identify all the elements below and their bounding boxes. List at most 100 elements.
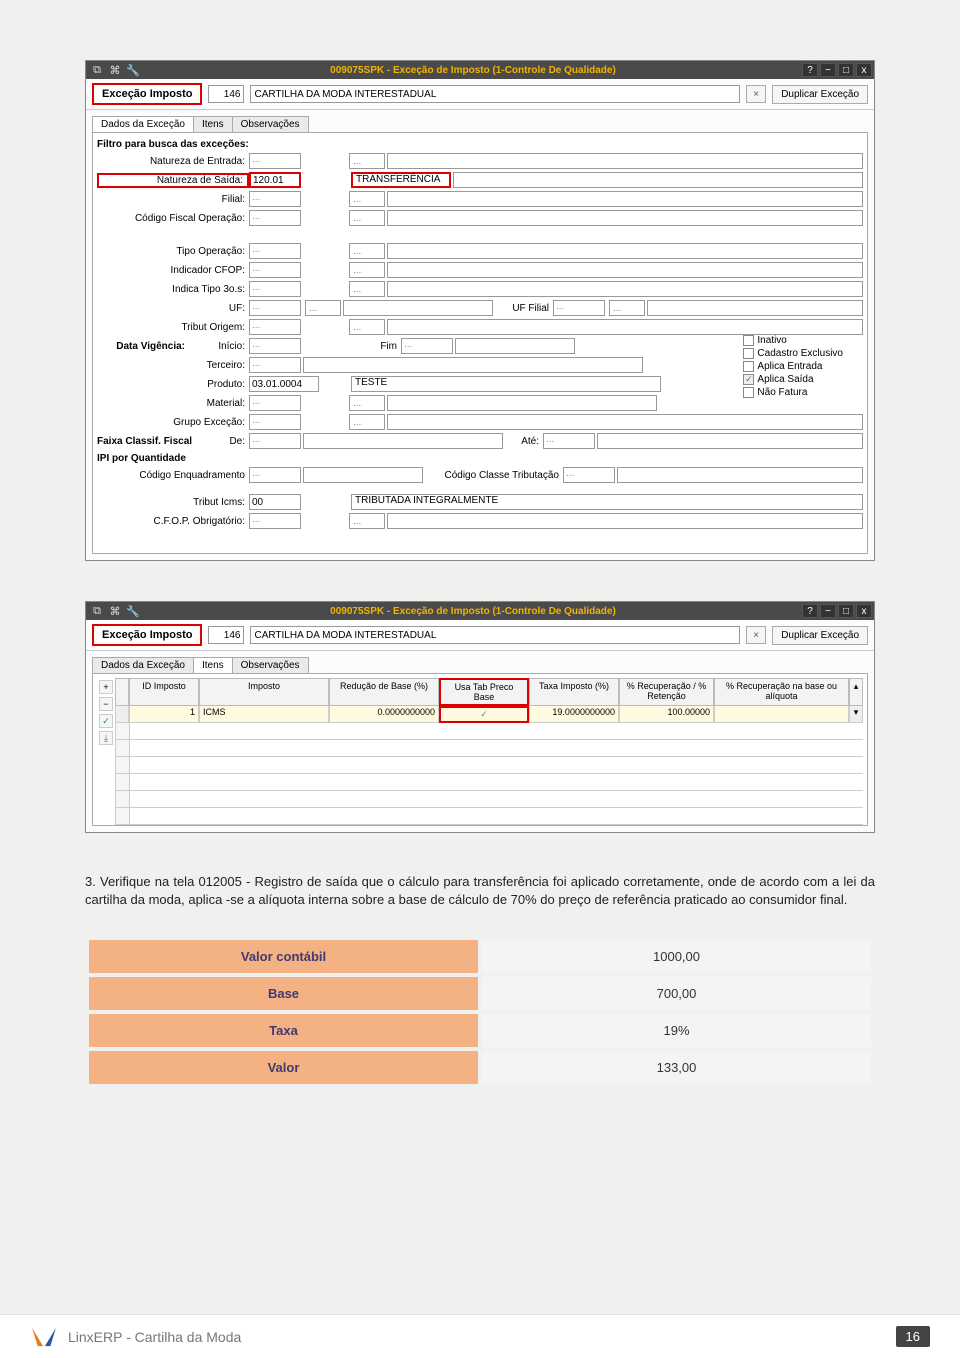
input-nat-saida[interactable]: [249, 172, 301, 188]
input-de[interactable]: ...: [249, 433, 301, 449]
titlebar-icon[interactable]: ⌘: [108, 63, 122, 77]
titlebar-icon[interactable]: ⌘: [108, 604, 122, 618]
input-trib-origem[interactable]: ...: [249, 319, 301, 335]
input-filial[interactable]: ...: [249, 191, 301, 207]
name-input[interactable]: [250, 85, 740, 103]
input-ate[interactable]: ...: [543, 433, 595, 449]
input-produto[interactable]: [249, 376, 319, 392]
lookup-material[interactable]: ...: [349, 395, 385, 411]
lookup-tipo-op[interactable]: ...: [349, 243, 385, 259]
chk-ap-ent[interactable]: [743, 361, 754, 372]
scroll-down-icon[interactable]: ▾: [849, 706, 863, 723]
tab-dados-excecao[interactable]: Dados da Exceção: [92, 116, 194, 132]
tab-itens[interactable]: Itens: [193, 657, 233, 673]
duplicate-button[interactable]: Duplicar Exceção: [772, 85, 868, 104]
remove-row-icon[interactable]: −: [99, 697, 113, 711]
label-grupo-exc: Grupo Exceção:: [97, 417, 249, 428]
code-input[interactable]: [208, 85, 244, 103]
chk-inativo[interactable]: [743, 335, 754, 346]
input-ind-3os[interactable]: ...: [249, 281, 301, 297]
lookup-ind-3os[interactable]: ...: [349, 281, 385, 297]
input-uf-filial[interactable]: ...: [553, 300, 605, 316]
input-nat-entrada[interactable]: ...: [249, 153, 301, 169]
help-icon[interactable]: ?: [802, 63, 818, 77]
lookup-grupo-exc[interactable]: ...: [349, 414, 385, 430]
col-taxa[interactable]: Taxa Imposto (%): [529, 678, 619, 706]
input-grupo-exc[interactable]: ...: [249, 414, 301, 430]
label-faixa: Faixa Classif. Fiscal: [97, 436, 219, 447]
input-ind-cfop[interactable]: ...: [249, 262, 301, 278]
grid: ID Imposto Imposto Redução de Base (%) U…: [115, 678, 863, 825]
close-button[interactable]: x: [856, 604, 872, 618]
lookup-trib-origem[interactable]: ...: [349, 319, 385, 335]
input-cfop-ob[interactable]: ...: [249, 513, 301, 529]
col-usa-tab[interactable]: Usa Tab Preco Base: [439, 678, 529, 706]
tab-panel-dados: Filtro para busca das exceções: Natureza…: [92, 132, 868, 554]
maximize-button[interactable]: □: [838, 63, 854, 77]
cell-id[interactable]: 1: [129, 706, 199, 723]
input-trib-icms[interactable]: [249, 494, 301, 510]
cell-reducao[interactable]: 0.0000000000: [329, 706, 439, 723]
chk-ap-sai[interactable]: ✓: [743, 374, 754, 385]
wrench-icon[interactable]: 🔧: [126, 604, 140, 618]
input-cod-enq[interactable]: ...: [249, 467, 301, 483]
cell-usa-tab[interactable]: ✓: [439, 706, 529, 723]
input-fim[interactable]: ...: [401, 338, 453, 354]
input-uf[interactable]: ...: [249, 300, 301, 316]
tabs: Dados da Exceção Itens Observações: [86, 651, 874, 673]
wrench-icon[interactable]: 🔧: [126, 63, 140, 77]
label-material: Material:: [97, 398, 249, 409]
export-icon[interactable]: ⤓: [99, 731, 113, 745]
input-material[interactable]: ...: [249, 395, 301, 411]
duplicate-button[interactable]: Duplicar Exceção: [772, 626, 868, 645]
label-filial: Filial:: [97, 194, 249, 205]
chk-nao-fat[interactable]: [743, 387, 754, 398]
titlebar: ⧉ ⌘ 🔧 009075SPK - Exceção de Imposto (1-…: [86, 602, 874, 620]
col-imposto[interactable]: Imposto: [199, 678, 329, 706]
minimize-button[interactable]: −: [820, 604, 836, 618]
minimize-button[interactable]: −: [820, 63, 836, 77]
label-produto: Produto:: [97, 379, 249, 390]
table-row: Taxa19%: [89, 1014, 871, 1047]
lookup-filial[interactable]: ...: [349, 191, 385, 207]
summary-label: Valor: [89, 1051, 478, 1084]
col-recup-base[interactable]: % Recuperação na base ou alíquota: [714, 678, 849, 706]
tab-observacoes[interactable]: Observações: [232, 116, 309, 132]
cell-recup-base[interactable]: [714, 706, 849, 723]
chk-cad-exc[interactable]: [743, 348, 754, 359]
tab-itens[interactable]: Itens: [193, 116, 233, 132]
maximize-button[interactable]: □: [838, 604, 854, 618]
lookup-uf-filial[interactable]: ...: [609, 300, 645, 316]
cell-taxa[interactable]: 19.0000000000: [529, 706, 619, 723]
cell-imposto[interactable]: ICMS: [199, 706, 329, 723]
cell-recup[interactable]: 100.00000: [619, 706, 714, 723]
label-uf: UF:: [97, 303, 249, 314]
input-cod-classe[interactable]: ...: [563, 467, 615, 483]
lookup-ind-cfop[interactable]: ...: [349, 262, 385, 278]
save-row-icon[interactable]: ✓: [99, 714, 113, 728]
input-terceiro[interactable]: ...: [249, 357, 301, 373]
lookup-cfop-ob[interactable]: ...: [349, 513, 385, 529]
code-input[interactable]: [208, 626, 244, 644]
titlebar-icon[interactable]: ⧉: [90, 604, 104, 618]
col-id-imposto[interactable]: ID Imposto: [129, 678, 199, 706]
scroll-up-icon[interactable]: ▴: [849, 678, 863, 706]
name-input[interactable]: [250, 626, 740, 644]
tab-dados-excecao[interactable]: Dados da Exceção: [92, 657, 194, 673]
add-row-icon[interactable]: +: [99, 680, 113, 694]
clear-button[interactable]: ×: [746, 85, 766, 103]
label-cfop-ob: C.F.O.P. Obrigatório:: [97, 516, 249, 527]
lookup-nat-entrada[interactable]: ...: [349, 153, 385, 169]
titlebar-icon[interactable]: ⧉: [90, 63, 104, 77]
lookup-cfop[interactable]: ...: [349, 210, 385, 226]
col-recup[interactable]: % Recuperação / % Retenção: [619, 678, 714, 706]
help-icon[interactable]: ?: [802, 604, 818, 618]
col-reducao[interactable]: Redução de Base (%): [329, 678, 439, 706]
input-cfop[interactable]: ...: [249, 210, 301, 226]
lookup-uf[interactable]: ...: [305, 300, 341, 316]
input-inicio[interactable]: ...: [249, 338, 301, 354]
clear-button[interactable]: ×: [746, 626, 766, 644]
input-tipo-op[interactable]: ...: [249, 243, 301, 259]
tab-observacoes[interactable]: Observações: [232, 657, 309, 673]
close-button[interactable]: x: [856, 63, 872, 77]
